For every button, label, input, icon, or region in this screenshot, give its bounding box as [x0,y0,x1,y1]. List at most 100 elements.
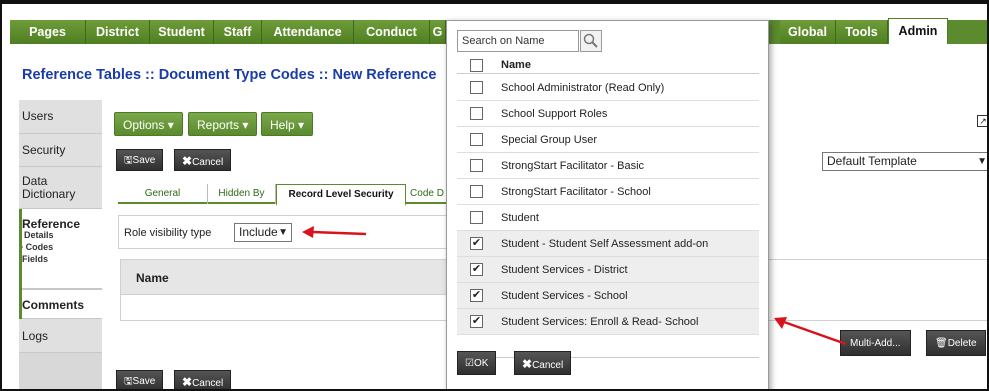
sidebar-item-label: Reference [22,217,81,231]
check-icon: ☑ [465,358,474,369]
tab-student[interactable]: Student [150,20,214,44]
tab-tools[interactable]: Tools [836,20,888,44]
list-item[interactable]: Special Group User [457,127,759,153]
reports-menu-button[interactable]: Reports ▾ [188,112,258,136]
list-item[interactable]: ✔ Student Services - District [457,257,759,283]
tab-district[interactable]: District [86,20,150,44]
save-icon: 🖫 [124,376,133,387]
cancel-button-bottom[interactable]: ✖Cancel [174,370,232,389]
ok-button[interactable]: ☑OK [457,351,497,375]
options-menu-button[interactable]: Options ▾ [114,112,183,136]
list-item-label: Student Services - District [501,264,628,276]
sidebar-item-security[interactable]: Security [19,134,102,167]
sidebar-item-label: Comments [22,298,85,312]
list-item-label: Student [501,212,539,224]
checkbox[interactable] [470,107,483,120]
role-picker-popup: Search on Name Name School Administrator… [446,20,769,389]
tab-attendance[interactable]: Attendance [262,20,354,44]
sidebar-sub-codes[interactable]: • Codes [20,242,53,252]
subtab-record-level-security[interactable]: Record Level Security [276,184,406,206]
list-item-label: School Administrator (Read Only) [501,82,665,94]
role-visibility-select[interactable]: Include ▼ [234,223,292,242]
sidebar-item-logs[interactable]: Logs [19,319,102,353]
list-item-label: Student Services - School [501,290,628,302]
checkbox-checked[interactable]: ✔ [470,263,483,276]
active-indicator [19,289,22,319]
sidebar-item-label: Data Dictionary [22,174,76,201]
screen-frame: Pages District Student Staff Attendance … [0,0,989,391]
list-item-label: Special Group User [501,134,597,146]
save-label: Save [132,155,156,166]
trash-icon: 🗑 [935,338,948,349]
ok-label: OK [473,358,489,369]
subtab-hidden-by[interactable]: Hidden By [208,184,276,204]
sidebar-item-data-dictionary[interactable]: Data Dictionary [19,167,102,209]
list-item[interactable]: ✔ Student - Student Self Assessment add-o… [457,231,759,257]
search-button[interactable] [580,30,602,52]
sub-tab-bar: General Hidden By Record Level Security … [118,184,448,206]
chevron-down-icon: ▼ [278,227,288,238]
cancel-label: Cancel [192,157,224,168]
list-item[interactable]: School Support Roles [457,101,759,127]
list-item[interactable]: ✔ Student Services: Enroll & Read- School [457,309,759,335]
tab-admin[interactable]: Admin [888,18,948,44]
sidebar-sub-fields[interactable]: Fields [22,254,48,264]
checkbox[interactable] [470,185,483,198]
cancel-button[interactable]: ✖Cancel [174,149,232,171]
sidebar-item-comments[interactable]: Comments [19,289,102,319]
search-input[interactable]: Search on Name [457,30,579,52]
checkbox-checked[interactable]: ✔ [470,237,483,250]
checkbox[interactable] [470,159,483,172]
sidebar-sub-details[interactable]: Details [24,230,54,240]
tab-staff[interactable]: Staff [214,20,262,44]
tab-g-partial[interactable]: G [430,20,446,44]
template-select-value: Default Template [827,154,917,168]
role-visibility-label: Role visibility type [124,227,212,239]
list-item-label: Student Services: Enroll & Read- School [501,316,699,328]
table-header-right [768,259,987,321]
tab-conduct[interactable]: Conduct [354,20,430,44]
chevron-down-icon: ▼ [977,156,987,167]
select-all-checkbox[interactable] [470,59,483,72]
template-select[interactable]: Default Template ▼ [822,152,987,171]
checkbox[interactable] [470,211,483,224]
subtab-general[interactable]: General [118,184,208,204]
list-item[interactable]: ✔ Student Services - School [457,283,759,309]
subtab-code-partial[interactable]: Code D [406,184,448,204]
popup-cancel-button[interactable]: ✖Cancel [514,351,572,375]
list-item[interactable]: School Administrator (Read Only) [457,75,759,101]
save-button-bottom[interactable]: 🖫Save [116,370,164,389]
checkbox-checked[interactable]: ✔ [470,289,483,302]
checkbox[interactable] [470,81,483,94]
save-icon: 🖫 [124,155,133,166]
delete-label: Delete [947,338,977,349]
list-item[interactable]: StrongStart Facilitator - Basic [457,153,759,179]
cancel-label: Cancel [192,378,224,389]
tab-pages[interactable]: Pages [10,20,86,44]
list-item[interactable]: Student [457,205,759,231]
external-window-icon[interactable]: ↗ [977,115,987,127]
magnifier-icon [583,33,598,48]
delete-button[interactable]: 🗑Delete [926,330,986,356]
multi-add-button[interactable]: Multi-Add... [840,330,911,356]
red-arrow-left-icon [302,226,367,238]
list-item-label: School Support Roles [501,108,608,120]
list-item[interactable]: StrongStart Facilitator - School [457,179,759,205]
x-icon: ✖ [182,154,193,168]
help-menu-button[interactable]: Help ▾ [261,112,314,136]
checkbox-checked[interactable]: ✔ [470,315,483,328]
table-header: Name [120,259,450,295]
sidebar-item-label: Security [22,143,66,157]
tab-global[interactable]: Global [780,20,836,44]
table-body [120,295,450,321]
role-visibility-value: Include [239,225,278,239]
checkbox[interactable] [470,133,483,146]
sidebar-item-users[interactable]: Users [19,100,102,134]
sidebar-sub-label: Codes [25,242,54,252]
list-header: Name [457,58,759,74]
page-title: Reference Tables :: Document Type Codes … [22,67,437,83]
list-separator [457,357,759,358]
list-column-name: Name [501,59,531,71]
x-icon: ✖ [522,357,533,371]
save-button[interactable]: 🖫Save [116,149,164,171]
